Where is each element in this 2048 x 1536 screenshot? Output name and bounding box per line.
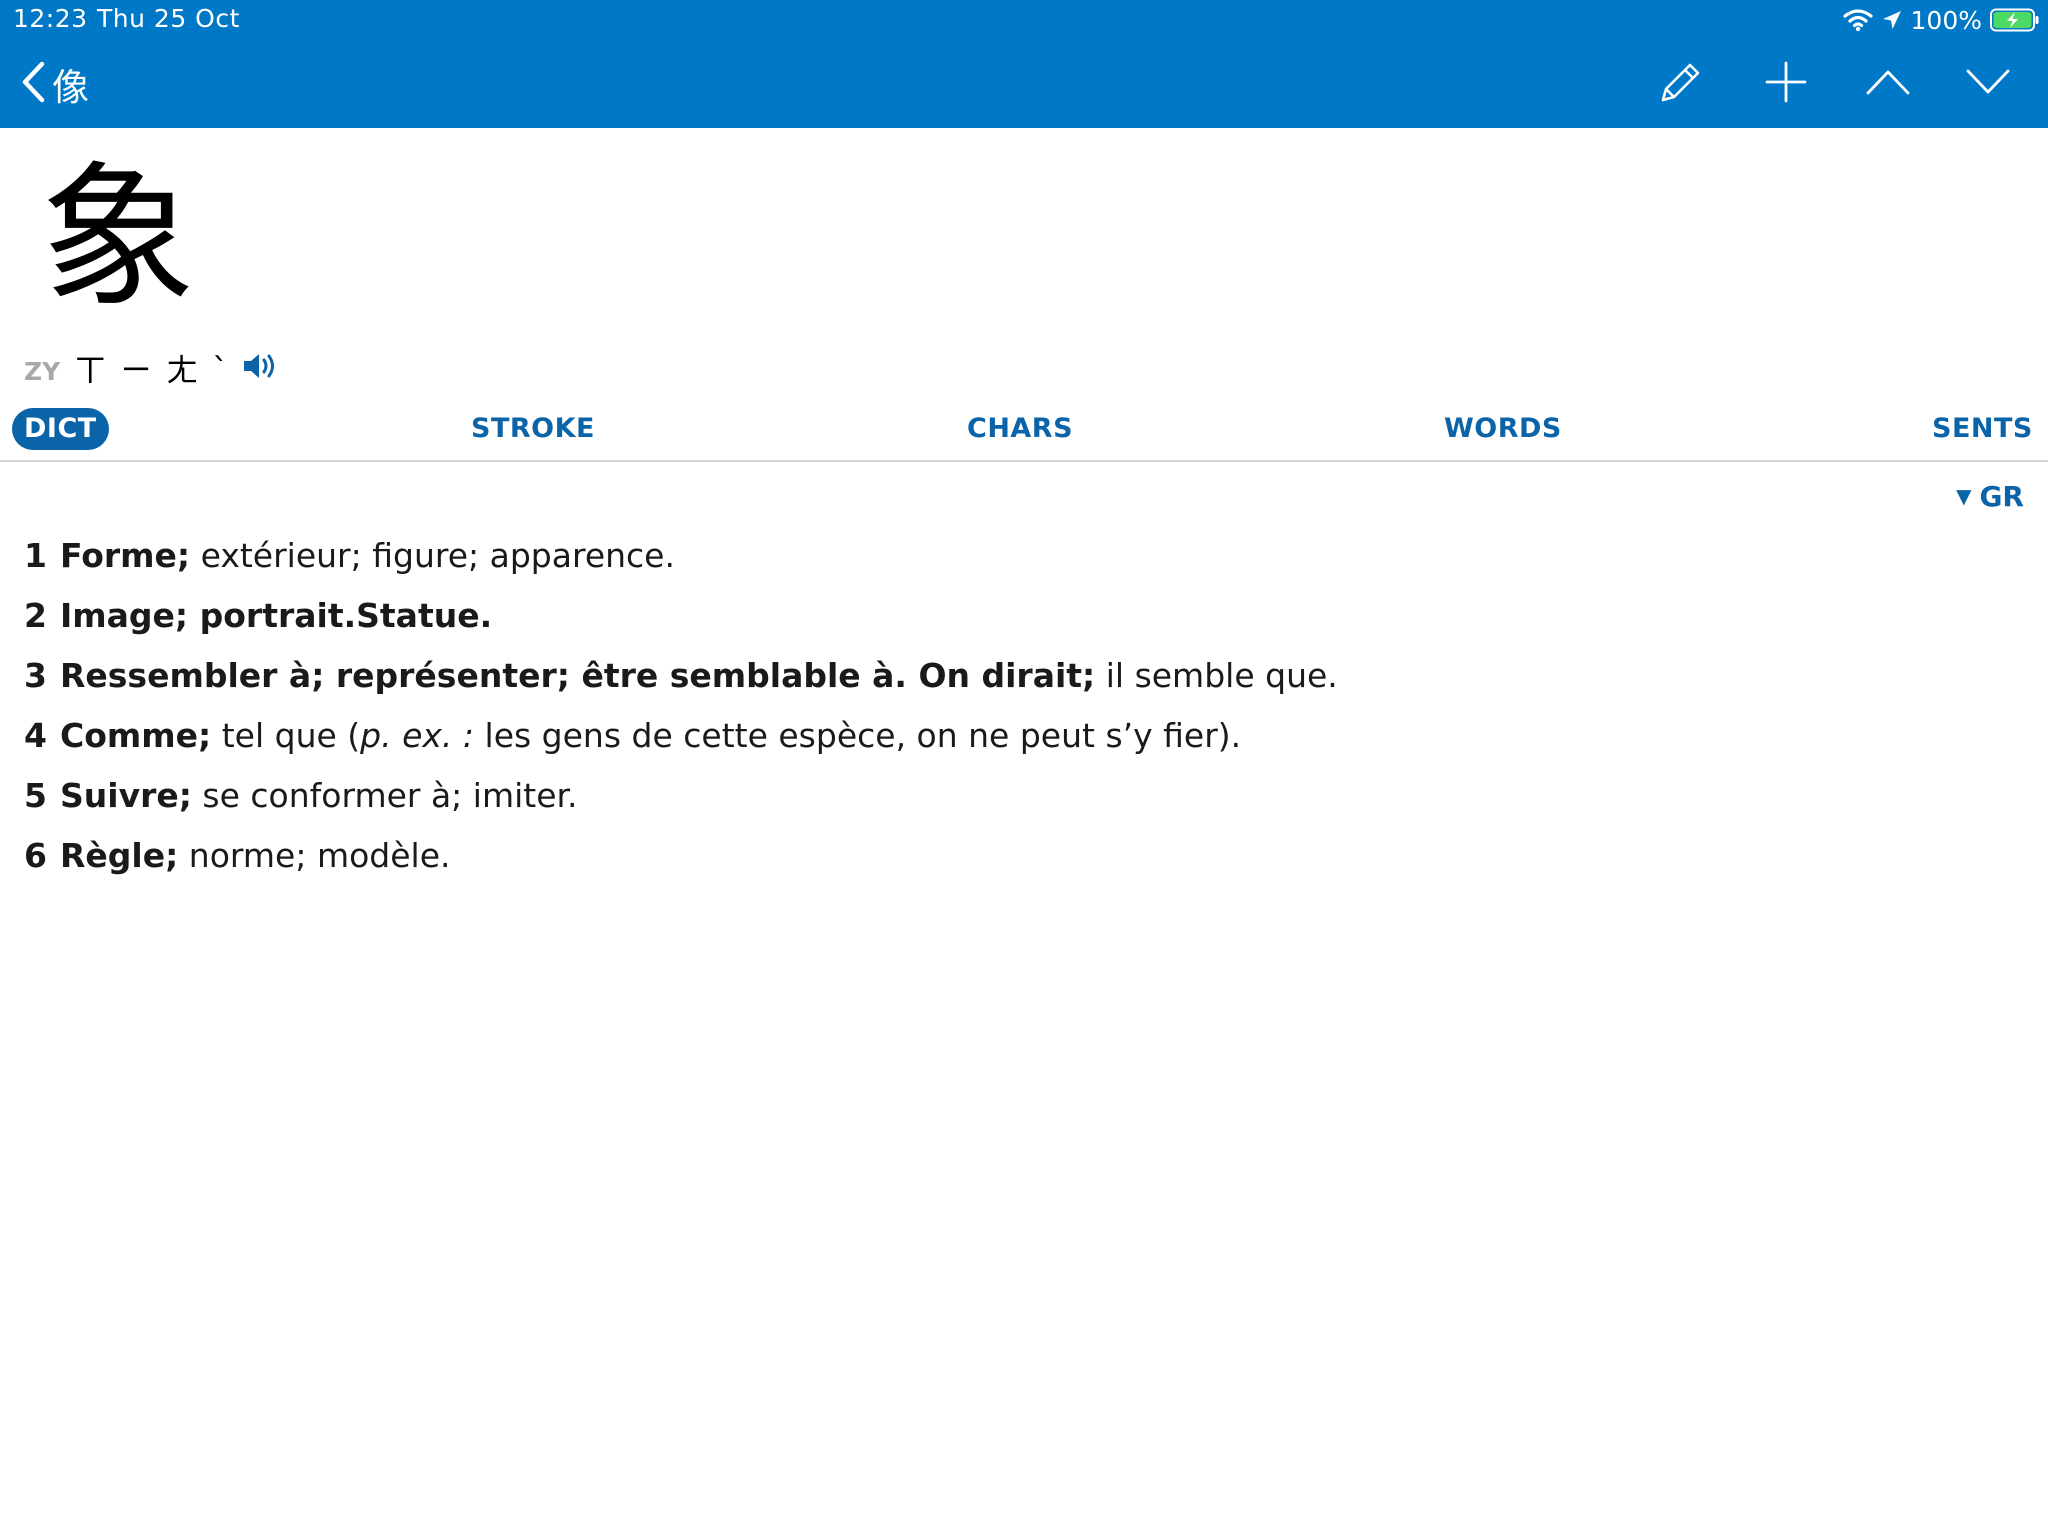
tab-dict[interactable]: DICT <box>12 408 109 450</box>
battery-charging-icon <box>1990 8 2040 32</box>
definition-item: 5 Suivre; se conformer à; imiter. <box>24 772 2004 832</box>
status-indicators: 100% <box>1842 4 2040 36</box>
definition-text: Ressembler à; représenter; être semblabl… <box>60 656 1096 695</box>
definition-number: 6 <box>24 836 47 875</box>
tab-sents[interactable]: SENTS <box>1932 408 2033 450</box>
triangle-down-icon: ▼ <box>1956 484 1972 508</box>
tab-stroke[interactable]: STROKE <box>471 408 595 450</box>
definition-item: 3 Ressembler à; représenter; être semblab… <box>24 652 2004 712</box>
pronunciation-label: ZY <box>24 356 61 386</box>
status-bar: 12:23 Thu 25 Oct 100% <box>0 0 2048 40</box>
wifi-icon <box>1842 8 1873 32</box>
status-time: 12:23 <box>13 4 88 33</box>
pencil-icon <box>1657 58 1705 110</box>
back-label: 像 <box>52 66 89 109</box>
location-arrow-icon <box>1881 9 1903 31</box>
tab-chars[interactable]: CHARS <box>967 408 1073 450</box>
definition-text: Comme; <box>60 716 212 755</box>
definition-number: 1 <box>24 536 47 575</box>
status-date: Thu 25 Oct <box>97 4 240 33</box>
dictionary-source-label: GR <box>1979 480 2024 513</box>
next-entry-button[interactable] <box>1962 58 2014 110</box>
zhuyin-pronunciation: ㄒㄧㄤˋ <box>74 351 243 389</box>
add-button[interactable] <box>1760 58 1812 110</box>
definition-text: Règle; <box>60 836 179 875</box>
definition-text: il semble que. <box>1095 656 1338 695</box>
tab-words[interactable]: WORDS <box>1444 408 1562 450</box>
definition-number: 4 <box>24 716 47 755</box>
back-button[interactable]: 像 <box>20 58 89 110</box>
definition-text: extérieur; figure; apparence. <box>190 536 675 575</box>
definition-text: les gens de cette espèce, on ne peut s’y… <box>474 716 1242 755</box>
battery-percent: 100% <box>1910 5 1982 35</box>
plus-icon <box>1764 60 1808 108</box>
definition-text: Image; portrait.Statue. <box>60 596 493 635</box>
definition-number: 5 <box>24 776 47 815</box>
chevron-up-icon <box>1865 67 1911 101</box>
chevron-down-icon <box>1965 67 2011 101</box>
definition-list: 1 Forme; extérieur; figure; apparence. 2 Im… <box>24 532 2004 892</box>
definition-text: tel que ( <box>211 716 361 755</box>
dictionary-source-toggle[interactable]: ▼ GR <box>1956 480 2024 513</box>
previous-entry-button[interactable] <box>1862 58 1914 110</box>
definition-item: 1 Forme; extérieur; figure; apparence. <box>24 532 2004 592</box>
definition-text: Suivre; <box>60 776 192 815</box>
definition-item: 4 Comme; tel que (p. ex. : les gens de ce… <box>24 712 2004 772</box>
pronunciation-row: ZY ㄒㄧㄤˋ <box>24 344 280 392</box>
definition-text: p. ex. : <box>360 716 475 755</box>
definition-item: 2 Image; portrait.Statue. <box>24 592 2004 652</box>
speaker-icon <box>242 350 280 386</box>
definition-item: 6 Règle; norme; modèle. <box>24 832 2004 892</box>
app-header: 12:23 Thu 25 Oct 100% 像 <box>0 0 2048 128</box>
edit-button[interactable] <box>1655 58 1707 110</box>
play-audio-button[interactable] <box>242 350 280 386</box>
definition-text: se conformer à; imiter. <box>191 776 578 815</box>
chevron-left-icon <box>20 60 46 108</box>
definition-text: Forme; <box>60 536 191 575</box>
definition-number: 3 <box>24 656 47 695</box>
nav-bar: 像 <box>0 40 2048 128</box>
definition-text: norme; modèle. <box>178 836 451 875</box>
headword-character: 象 <box>40 147 196 329</box>
definition-number: 2 <box>24 596 47 635</box>
section-tabs: DICT STROKE CHARS WORDS SENTS <box>0 402 2048 462</box>
